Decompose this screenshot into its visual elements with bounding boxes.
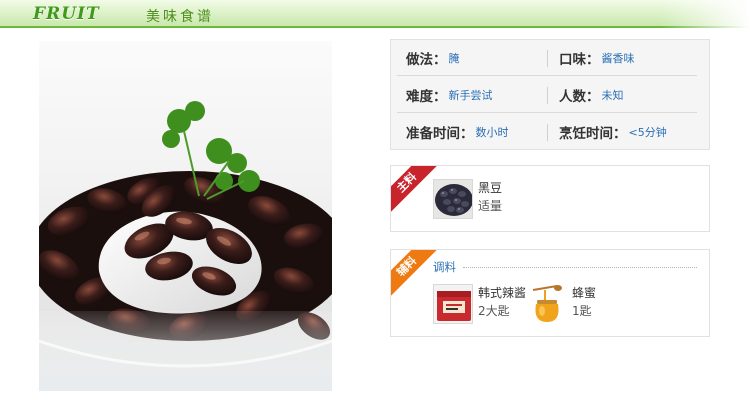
header-fade [660,0,750,28]
ingredient-text: 黑豆 适量 [478,179,502,215]
info-label: 口味： [559,52,600,68]
ingredient-item[interactable]: 黑豆 适量 [433,179,502,219]
recipe-info-panel: 做法： 腌 口味： 酱香味 难度： 新手尝试 人数： 未知 准备时间： 数小时 … [390,39,710,150]
ingredient-text: 蜂蜜 1匙 [572,284,596,320]
info-value-link[interactable]: <5分钟 [629,124,667,140]
column-divider [547,87,548,104]
info-label: 烹饪时间： [559,126,627,142]
info-value-link[interactable]: 腌 [449,50,460,66]
chili-paste-thumbnail-icon[interactable] [433,284,473,324]
info-label: 做法： [406,52,447,68]
recipe-photo [39,41,332,391]
ingredient-amount: 1匙 [572,304,592,318]
header-bar: FRUIT 美味食谱 [0,0,750,28]
info-servings: 人数： 未知 [559,77,624,113]
main-ingredients-tag: 主料 [391,166,439,215]
info-flavor: 口味： 酱香味 [559,40,635,76]
info-label: 准备时间： [406,126,474,142]
info-value-link[interactable]: 新手尝试 [449,87,493,103]
column-divider [547,124,548,141]
info-value-link[interactable]: 数小时 [476,124,509,140]
info-label: 人数： [559,89,600,105]
page-title: 美味食谱 [146,9,214,25]
black-beans-thumbnail-icon[interactable] [433,179,473,219]
ingredient-text: 韩式辣酱 2大匙 [478,284,526,320]
ingredient-amount: 适量 [478,199,503,213]
ingredient-amount: 2大匙 [478,304,510,318]
info-prep-time: 准备时间： 数小时 [406,114,509,150]
info-value-link[interactable]: 酱香味 [602,50,635,66]
info-row: 准备时间： 数小时 烹饪时间： <5分钟 [397,114,697,150]
ingredient-name[interactable]: 蜂蜜 [572,284,596,302]
ingredient-item[interactable]: 韩式辣酱 2大匙 [433,284,526,324]
ingredient-name[interactable]: 黑豆 [478,179,502,197]
main-ingredients-box: 主料 黑豆 适量 [390,165,710,232]
honey-jar-thumbnail-icon[interactable] [527,284,567,324]
info-cook-time: 烹饪时间： <5分钟 [559,114,667,150]
seasoning-group-label: 调料 [433,260,456,274]
dotted-divider [463,267,697,268]
info-label: 难度： [406,89,447,105]
aux-ingredients-box: 辅料 调料 韩式辣酱 2大匙 蜂蜜 1匙 [390,249,710,337]
info-method: 做法： 腌 [406,40,460,76]
info-difficulty: 难度： 新手尝试 [406,77,493,113]
brand-logo-text: FRUIT [33,4,100,24]
aux-ingredients-tag: 辅料 [391,250,439,299]
column-divider [547,50,548,67]
info-row: 难度： 新手尝试 人数： 未知 [397,77,697,113]
info-value-link[interactable]: 未知 [602,87,624,103]
ingredient-name[interactable]: 韩式辣酱 [478,284,526,302]
ingredient-item[interactable]: 蜂蜜 1匙 [527,284,596,324]
info-row: 做法： 腌 口味： 酱香味 [397,40,697,76]
